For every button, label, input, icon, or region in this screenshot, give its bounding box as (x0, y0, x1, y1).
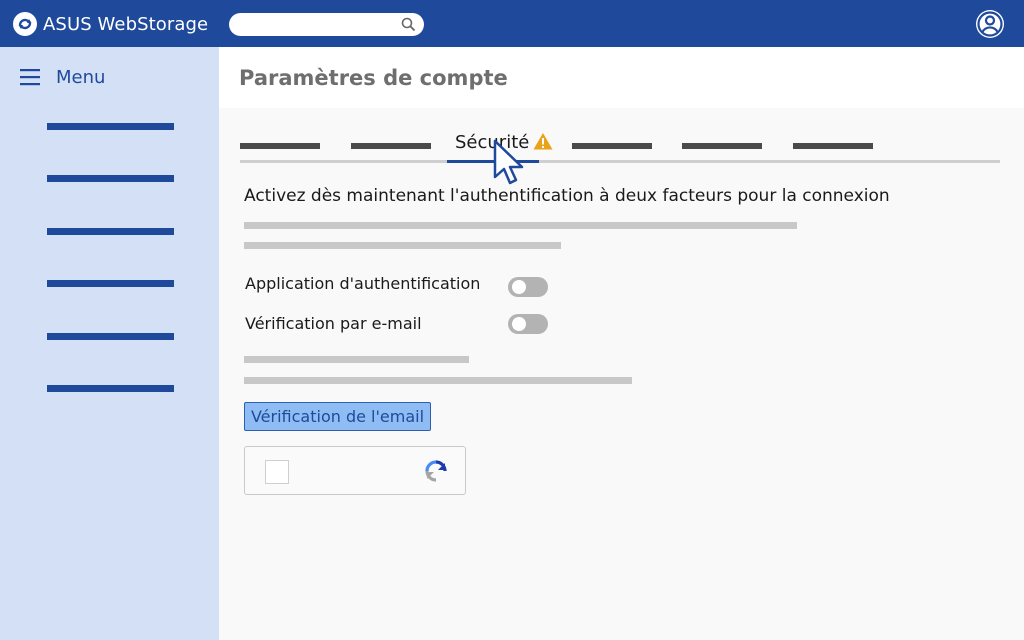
toggle-knob (512, 280, 526, 294)
tab-4[interactable] (572, 143, 652, 149)
info-line-1 (244, 356, 469, 363)
authenticator-toggle[interactable] (508, 277, 548, 297)
top-header: ASUS WebStorage (0, 0, 1024, 47)
tabs-divider (240, 160, 1000, 163)
description-line-1 (244, 222, 797, 229)
brand-name: ASUS WebStorage (43, 13, 209, 35)
sidebar-item-6[interactable] (47, 385, 174, 392)
captcha-checkbox[interactable] (265, 460, 289, 484)
recaptcha-widget (244, 446, 466, 495)
sidebar-item-2[interactable] (47, 175, 174, 182)
sidebar-item-4[interactable] (47, 280, 174, 287)
description-line-2 (244, 242, 561, 249)
mouse-cursor-icon (493, 139, 524, 185)
info-line-2 (244, 377, 632, 384)
hamburger-icon[interactable] (20, 68, 40, 86)
tab-6[interactable] (793, 143, 873, 149)
tab-5[interactable] (682, 143, 762, 149)
tab-2[interactable] (351, 143, 431, 149)
user-avatar-icon[interactable] (975, 9, 1005, 39)
warning-icon (533, 133, 553, 150)
email-verification-button[interactable]: Vérification de l'email (244, 402, 431, 431)
search-input[interactable] (229, 13, 424, 36)
brand-logo[interactable]: ASUS WebStorage (12, 11, 208, 37)
sidebar-item-3[interactable] (47, 228, 174, 235)
sidebar: Menu (0, 47, 219, 640)
email-verification-toggle[interactable] (508, 314, 548, 334)
recaptcha-icon (425, 460, 447, 482)
menu-label[interactable]: Menu (56, 67, 105, 88)
security-heading: Activez dès maintenant l'authentificatio… (244, 186, 890, 206)
tab-1[interactable] (240, 143, 320, 149)
sidebar-item-1[interactable] (47, 123, 174, 130)
cloud-sync-icon (13, 12, 37, 36)
page-title-bar: Paramètres de compte (219, 47, 1024, 108)
sidebar-item-5[interactable] (47, 333, 174, 340)
option-email-label: Vérification par e-mail (245, 314, 422, 333)
page-title: Paramètres de compte (239, 66, 508, 90)
search-icon[interactable] (401, 17, 416, 32)
toggle-knob (512, 317, 526, 331)
option-authenticator-label: Application d'authentification (245, 274, 481, 293)
